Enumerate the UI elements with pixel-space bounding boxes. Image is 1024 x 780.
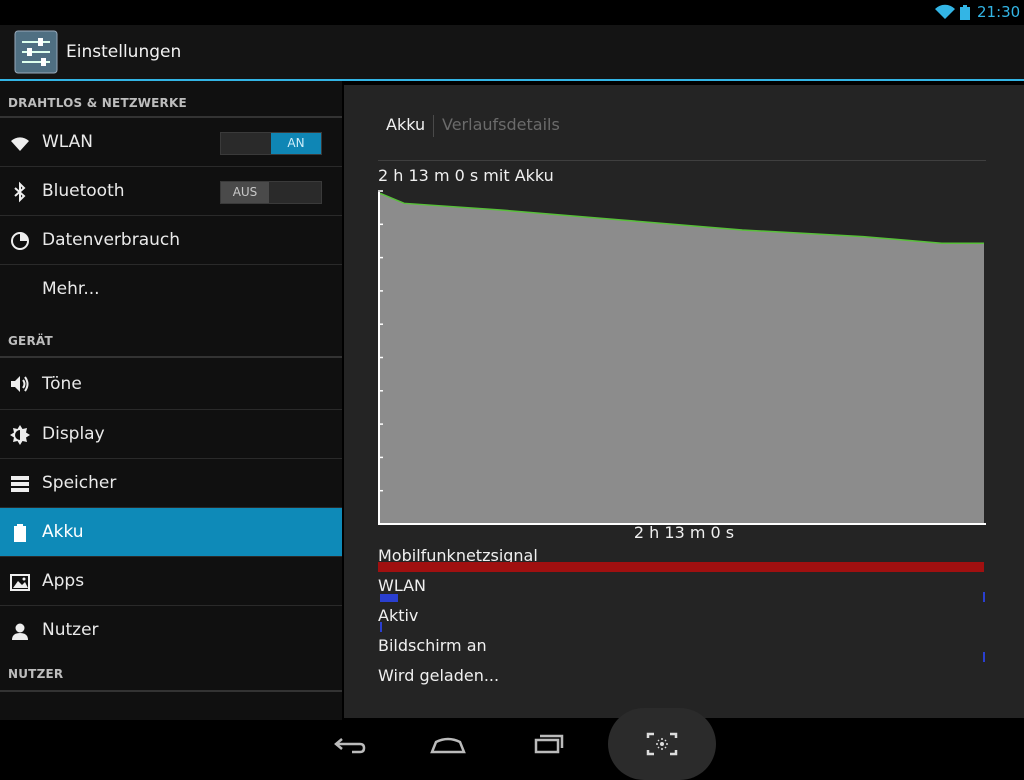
user-icon xyxy=(12,623,28,640)
sidebar-item-mehr[interactable]: Mehr... xyxy=(0,265,342,314)
apps-icon xyxy=(10,574,30,591)
speaker-icon xyxy=(11,376,29,392)
sidebar-item-bluetooth[interactable]: Bluetooth AUS xyxy=(0,167,342,216)
settings-sliders-icon[interactable] xyxy=(14,30,58,74)
toggle-state: AUS xyxy=(221,182,269,203)
signal-label-wlan: WLAN xyxy=(378,576,427,595)
signal-bar-aktiv xyxy=(380,622,382,632)
sidebar-item-nutzer[interactable]: Nutzer xyxy=(0,606,342,655)
bluetooth-toggle[interactable]: AUS xyxy=(220,181,322,204)
signal-bar-wlan xyxy=(380,594,398,602)
navigation-bar xyxy=(0,708,1024,780)
battery-panel: Akku Verlaufsdetails 2 h 13 m 0 s mit Ak… xyxy=(344,85,1024,718)
wifi-icon xyxy=(11,137,29,151)
signal-tick-wlan-end xyxy=(983,592,985,602)
sidebar-item-wlan[interactable]: WLAN AN xyxy=(0,118,342,167)
sidebar-item-display[interactable]: Display xyxy=(0,410,342,459)
sidebar-item-akku[interactable]: Akku xyxy=(0,508,342,557)
status-bar: 21:30 xyxy=(0,0,1024,25)
sidebar-item-label: Apps xyxy=(42,571,85,591)
screenshot-icon[interactable] xyxy=(638,728,686,760)
battery-icon xyxy=(14,524,26,542)
toggle-state: AN xyxy=(271,133,321,154)
tab-divider xyxy=(433,115,434,137)
signal-bar-mobile xyxy=(378,562,984,572)
status-clock: 21:30 xyxy=(977,3,1021,21)
signal-bar-screen xyxy=(983,652,985,662)
brightness-icon xyxy=(10,425,30,445)
action-bar-title: Einstellungen xyxy=(66,42,182,62)
wlan-toggle[interactable]: AN xyxy=(220,132,322,155)
tab-verlaufsdetails[interactable]: Verlaufsdetails xyxy=(442,115,560,134)
battery-chart xyxy=(378,190,986,525)
sidebar-item-label: WLAN xyxy=(42,132,94,152)
sidebar-item-toene[interactable]: Töne xyxy=(0,358,342,410)
signal-label-aktiv: Aktiv xyxy=(378,606,419,625)
divider xyxy=(378,160,986,161)
signal-label-screen: Bildschirm an xyxy=(378,636,487,655)
sidebar-item-label: Datenverbrauch xyxy=(42,230,181,250)
battery-duration: 2 h 13 m 0 s mit Akku xyxy=(378,166,554,185)
battery-status-icon xyxy=(960,5,970,20)
sidebar-item-label: Nutzer xyxy=(42,620,99,640)
wifi-signal-icon xyxy=(935,4,955,19)
sidebar-item-label: Mehr... xyxy=(42,279,100,299)
sidebar-item-label: Display xyxy=(42,424,105,444)
storage-icon xyxy=(11,476,29,492)
section-header-users: NUTZER xyxy=(0,655,342,692)
back-icon[interactable] xyxy=(324,728,372,760)
sidebar-item-label: Speicher xyxy=(42,473,117,493)
sidebar-item-apps[interactable]: Apps xyxy=(0,557,342,606)
chart-x-label: 2 h 13 m 0 s xyxy=(633,523,735,542)
tab-akku[interactable]: Akku xyxy=(386,115,425,134)
home-icon[interactable] xyxy=(424,728,472,760)
sidebar-item-speicher[interactable]: Speicher xyxy=(0,459,342,508)
sidebar-item-datenverbrauch[interactable]: Datenverbrauch xyxy=(0,216,342,265)
section-header-wireless: DRAHTLOS & NETZWERKE xyxy=(0,81,342,118)
sidebar-item-label: Töne xyxy=(42,374,82,394)
section-header-device: GERÄT xyxy=(0,314,342,358)
sidebar-item-label: Akku xyxy=(42,522,84,542)
signal-label-charging: Wird geladen... xyxy=(378,666,500,685)
recent-apps-icon[interactable] xyxy=(524,728,572,760)
action-bar: Einstellungen xyxy=(0,25,1024,81)
settings-sidebar: DRAHTLOS & NETZWERKE WLAN AN Bluetooth A… xyxy=(0,81,342,720)
bluetooth-icon xyxy=(14,181,26,203)
data-usage-icon xyxy=(11,232,29,250)
battery-area xyxy=(380,193,984,523)
sidebar-item-label: Bluetooth xyxy=(42,181,125,201)
